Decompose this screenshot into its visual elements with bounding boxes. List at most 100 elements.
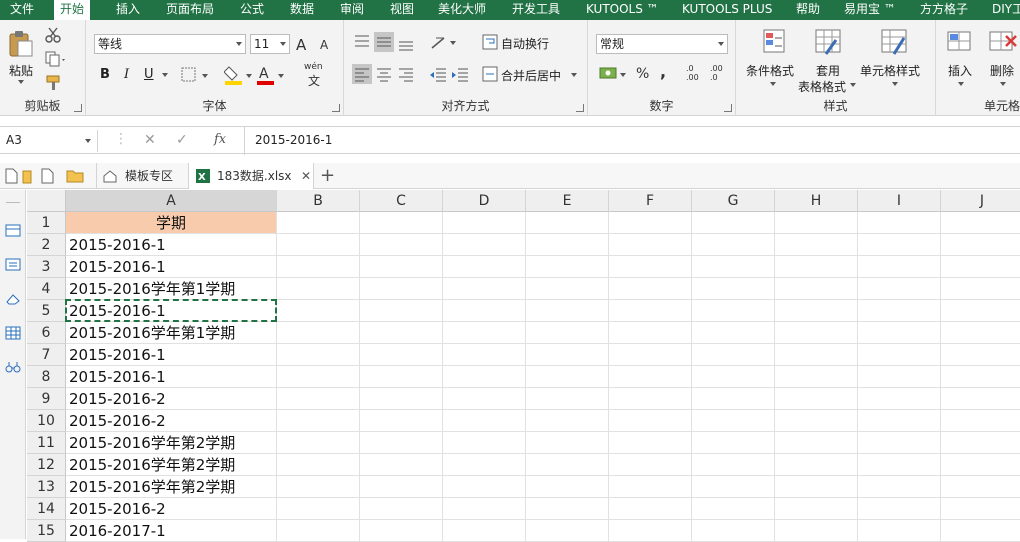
- cell-f5[interactable]: [609, 300, 692, 322]
- cell-g11[interactable]: [692, 432, 775, 454]
- cell-i6[interactable]: [858, 322, 941, 344]
- cell-h4[interactable]: [775, 278, 858, 300]
- cell-c3[interactable]: [360, 256, 443, 278]
- cell-i10[interactable]: [858, 410, 941, 432]
- cell-c9[interactable]: [360, 388, 443, 410]
- cell-f4[interactable]: [609, 278, 692, 300]
- cell-a13[interactable]: 2015-2016学年第2学期: [66, 476, 277, 498]
- cell-i9[interactable]: [858, 388, 941, 410]
- cell-g10[interactable]: [692, 410, 775, 432]
- underline-button[interactable]: U: [144, 67, 154, 82]
- align-bottom-icon[interactable]: [396, 32, 416, 52]
- row-header-11[interactable]: 11: [27, 432, 66, 454]
- cell-d1[interactable]: [443, 212, 526, 234]
- cell-b10[interactable]: [277, 410, 360, 432]
- formula-input[interactable]: 2015-2016-1: [244, 127, 1020, 155]
- row-header-8[interactable]: 8: [27, 366, 66, 388]
- number-launcher-icon[interactable]: [724, 104, 732, 112]
- cell-styles-button[interactable]: 单元格样式: [860, 28, 932, 94]
- copy-icon[interactable]: [44, 50, 68, 68]
- font-name-select[interactable]: 等线: [94, 34, 246, 54]
- cell-f3[interactable]: [609, 256, 692, 278]
- cell-a12[interactable]: 2015-2016学年第2学期: [66, 454, 277, 476]
- cell-f2[interactable]: [609, 234, 692, 256]
- cell-j9[interactable]: [941, 388, 1020, 410]
- cell-j2[interactable]: [941, 234, 1020, 256]
- cell-h1[interactable]: [775, 212, 858, 234]
- insert-cells-button[interactable]: 插入: [944, 28, 978, 94]
- cell-f11[interactable]: [609, 432, 692, 454]
- cell-d14[interactable]: [443, 498, 526, 520]
- cell-b9[interactable]: [277, 388, 360, 410]
- row-header-7[interactable]: 7: [27, 344, 66, 366]
- cell-j3[interactable]: [941, 256, 1020, 278]
- cell-b7[interactable]: [277, 344, 360, 366]
- column-header-e[interactable]: E: [526, 190, 609, 212]
- cell-i4[interactable]: [858, 278, 941, 300]
- cell-g5[interactable]: [692, 300, 775, 322]
- cell-h12[interactable]: [775, 454, 858, 476]
- cell-b5[interactable]: [277, 300, 360, 322]
- cell-a3[interactable]: 2015-2016-1: [66, 256, 277, 278]
- column-header-j[interactable]: J: [941, 190, 1020, 212]
- decrease-decimal-button[interactable]: .00 .0: [710, 64, 723, 82]
- tab-formulas[interactable]: 公式: [240, 0, 264, 20]
- cell-c5[interactable]: [360, 300, 443, 322]
- cell-c7[interactable]: [360, 344, 443, 366]
- format-as-table-button[interactable]: 套用 表格格式: [798, 28, 856, 94]
- cell-h10[interactable]: [775, 410, 858, 432]
- cell-f1[interactable]: [609, 212, 692, 234]
- cell-e4[interactable]: [526, 278, 609, 300]
- new-tab-button[interactable]: +: [320, 163, 335, 189]
- cell-c13[interactable]: [360, 476, 443, 498]
- cell-i8[interactable]: [858, 366, 941, 388]
- font-launcher-icon[interactable]: [332, 104, 340, 112]
- tab-workbook[interactable]: X 183数据.xlsx ✕: [188, 163, 314, 189]
- cell-g2[interactable]: [692, 234, 775, 256]
- cell-i2[interactable]: [858, 234, 941, 256]
- cell-e5[interactable]: [526, 300, 609, 322]
- cell-e13[interactable]: [526, 476, 609, 498]
- alignment-launcher-icon[interactable]: [576, 104, 584, 112]
- cell-d13[interactable]: [443, 476, 526, 498]
- grow-font-button[interactable]: A: [296, 36, 306, 54]
- cell-j6[interactable]: [941, 322, 1020, 344]
- font-color-icon[interactable]: A: [256, 64, 288, 86]
- tab-yiyongbao[interactable]: 易用宝 ™: [844, 0, 896, 20]
- insert-function-button[interactable]: fx: [214, 132, 226, 147]
- cell-f9[interactable]: [609, 388, 692, 410]
- cell-j13[interactable]: [941, 476, 1020, 498]
- align-right-icon[interactable]: [396, 64, 416, 84]
- cell-a7[interactable]: 2015-2016-1: [66, 344, 277, 366]
- cell-i13[interactable]: [858, 476, 941, 498]
- row-header-1[interactable]: 1: [27, 212, 66, 234]
- cell-e10[interactable]: [526, 410, 609, 432]
- cell-b6[interactable]: [277, 322, 360, 344]
- cell-b13[interactable]: [277, 476, 360, 498]
- column-header-a[interactable]: A: [66, 190, 277, 212]
- cell-f7[interactable]: [609, 344, 692, 366]
- cell-i5[interactable]: [858, 300, 941, 322]
- tab-insert[interactable]: 插入: [116, 0, 140, 20]
- row-header-5[interactable]: 5: [27, 300, 66, 322]
- cell-i14[interactable]: [858, 498, 941, 520]
- comma-button[interactable]: ,: [660, 62, 666, 81]
- column-header-d[interactable]: D: [443, 190, 526, 212]
- cell-d7[interactable]: [443, 344, 526, 366]
- cell-c11[interactable]: [360, 432, 443, 454]
- italic-button[interactable]: I: [124, 67, 129, 82]
- row-header-14[interactable]: 14: [27, 498, 66, 520]
- cell-d5[interactable]: [443, 300, 526, 322]
- cell-j10[interactable]: [941, 410, 1020, 432]
- conditional-format-button[interactable]: 条件格式: [744, 28, 800, 94]
- cell-e3[interactable]: [526, 256, 609, 278]
- cell-f8[interactable]: [609, 366, 692, 388]
- cell-b8[interactable]: [277, 366, 360, 388]
- cell-a10[interactable]: 2015-2016-2: [66, 410, 277, 432]
- row-header-4[interactable]: 4: [27, 278, 66, 300]
- tab-diy[interactable]: DIY工: [992, 0, 1020, 20]
- cell-f10[interactable]: [609, 410, 692, 432]
- tab-kutools[interactable]: KUTOOLS ™: [586, 0, 659, 20]
- wrap-text-icon[interactable]: [482, 34, 498, 50]
- cell-b2[interactable]: [277, 234, 360, 256]
